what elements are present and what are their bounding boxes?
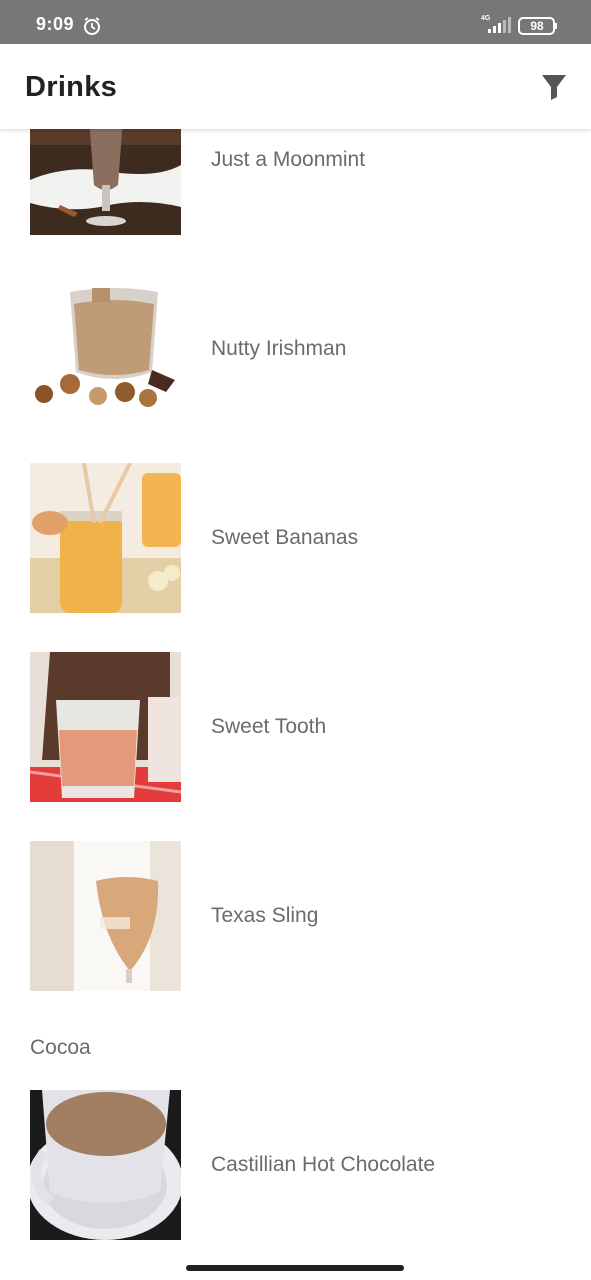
battery-level: 98 bbox=[530, 19, 544, 33]
drink-thumbnail bbox=[30, 841, 181, 991]
page-title: Drinks bbox=[25, 71, 118, 103]
status-bar: 9:09 4G 98 bbox=[0, 0, 591, 44]
drink-name: Just a Moonmint bbox=[211, 148, 366, 171]
home-indicator[interactable] bbox=[186, 1265, 404, 1271]
section-header: Cocoa bbox=[30, 1036, 91, 1059]
list-item[interactable]: Texas Sling bbox=[0, 841, 591, 991]
drink-thumbnail bbox=[30, 274, 181, 424]
list-item[interactable]: Castillian Hot Chocolate bbox=[0, 1090, 591, 1240]
drink-name: Nutty Irishman bbox=[211, 337, 347, 360]
drink-thumbnail bbox=[30, 129, 181, 235]
list-item[interactable]: Just a Moonmint bbox=[0, 129, 591, 235]
list-item[interactable]: Nutty Irishman bbox=[0, 274, 591, 424]
list-item[interactable]: Sweet Tooth bbox=[0, 652, 591, 802]
drink-thumbnail bbox=[30, 652, 181, 802]
drink-thumbnail bbox=[30, 463, 181, 613]
alarm-icon bbox=[84, 17, 100, 35]
app-bar: Drinks bbox=[0, 44, 591, 129]
drink-list[interactable]: Just a Moonmint Nutty Irishman Sweet Ban… bbox=[0, 129, 591, 1250]
status-time: 9:09 bbox=[36, 14, 75, 34]
drink-thumbnail bbox=[30, 1090, 181, 1240]
signal-icon bbox=[488, 17, 511, 33]
filter-button[interactable] bbox=[540, 73, 568, 101]
drink-name: Castillian Hot Chocolate bbox=[211, 1153, 436, 1176]
drink-name: Sweet Tooth bbox=[211, 715, 327, 738]
drink-name: Sweet Bananas bbox=[211, 526, 359, 549]
drink-name: Texas Sling bbox=[211, 904, 319, 927]
list-item[interactable]: Sweet Bananas bbox=[0, 463, 591, 613]
filter-icon bbox=[542, 75, 566, 100]
